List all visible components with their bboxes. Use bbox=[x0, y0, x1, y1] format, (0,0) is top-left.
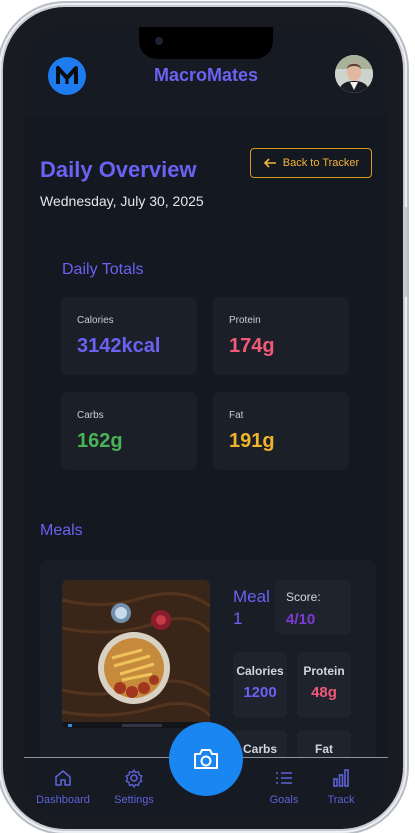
camera-button[interactable] bbox=[169, 722, 243, 796]
screen: MacroMates Daily Overview Wednesday, Jul… bbox=[24, 27, 388, 817]
meal-protein-tile: Protein 48g bbox=[297, 652, 351, 718]
tab-dashboard[interactable]: Dashboard bbox=[33, 768, 93, 806]
tab-dashboard-label: Dashboard bbox=[36, 794, 90, 806]
tab-settings-label: Settings bbox=[114, 794, 154, 806]
total-calories-value: 3142kcal bbox=[77, 335, 161, 357]
meal-score-label: Score: bbox=[286, 590, 321, 604]
main-content: Daily Overview Wednesday, July 30, 2025 … bbox=[24, 117, 388, 796]
home-icon bbox=[55, 770, 71, 786]
gear-icon bbox=[125, 769, 143, 788]
back-to-tracker-label: Back to Tracker bbox=[282, 157, 360, 169]
meal-score-value: 4/10 bbox=[286, 611, 316, 628]
total-protein-label: Protein bbox=[229, 315, 261, 326]
page-title: Daily Overview bbox=[40, 157, 197, 182]
meals-title: Meals bbox=[40, 522, 83, 539]
total-fat-value: 191g bbox=[229, 430, 275, 452]
total-carbs-value: 162g bbox=[77, 430, 123, 452]
total-fat-tile: Fat 191g bbox=[213, 392, 349, 470]
total-fat-label: Fat bbox=[229, 410, 244, 421]
meal-protein-value: 48g bbox=[311, 684, 337, 701]
bar-chart-icon bbox=[333, 769, 349, 787]
meal-title: Meal 1 bbox=[233, 587, 270, 628]
total-calories-label: Calories bbox=[77, 315, 114, 326]
total-calories-tile: Calories 3142kcal bbox=[61, 297, 197, 375]
daily-totals-title: Daily Totals bbox=[62, 261, 144, 278]
tab-goals[interactable]: Goals bbox=[254, 768, 314, 806]
tab-settings[interactable]: Settings bbox=[104, 768, 164, 806]
app-title: MacroMates bbox=[153, 65, 259, 85]
total-protein-value: 174g bbox=[229, 335, 275, 357]
notch bbox=[139, 27, 273, 59]
meal-photo[interactable] bbox=[62, 580, 210, 728]
meal-calories-value: 1200 bbox=[243, 684, 277, 701]
meal-fat-label: Fat bbox=[315, 742, 333, 756]
tab-track[interactable]: Track bbox=[311, 768, 371, 806]
tab-goals-label: Goals bbox=[269, 794, 299, 806]
meal-calories-tile: Calories 1200 bbox=[233, 652, 287, 718]
list-icon bbox=[276, 772, 292, 784]
camera-lens bbox=[155, 37, 163, 45]
meal-score-tile: Score: 4/10 bbox=[275, 580, 351, 634]
back-to-tracker-button[interactable]: Back to Tracker bbox=[250, 148, 372, 178]
power-button bbox=[404, 207, 407, 297]
tab-track-label: Track bbox=[327, 794, 355, 806]
camera-icon bbox=[194, 749, 218, 769]
total-carbs-label: Carbs bbox=[77, 410, 104, 421]
meal-calories-label: Calories bbox=[236, 664, 284, 678]
total-carbs-tile: Carbs 162g bbox=[61, 392, 197, 470]
arrow-left-icon bbox=[263, 158, 276, 168]
meal-protein-label: Protein bbox=[303, 664, 345, 678]
phone-frame: MacroMates Daily Overview Wednesday, Jul… bbox=[3, 7, 407, 829]
avatar[interactable] bbox=[335, 55, 373, 93]
page-date: Wednesday, July 30, 2025 bbox=[40, 193, 204, 209]
total-protein-tile: Protein 174g bbox=[213, 297, 349, 375]
